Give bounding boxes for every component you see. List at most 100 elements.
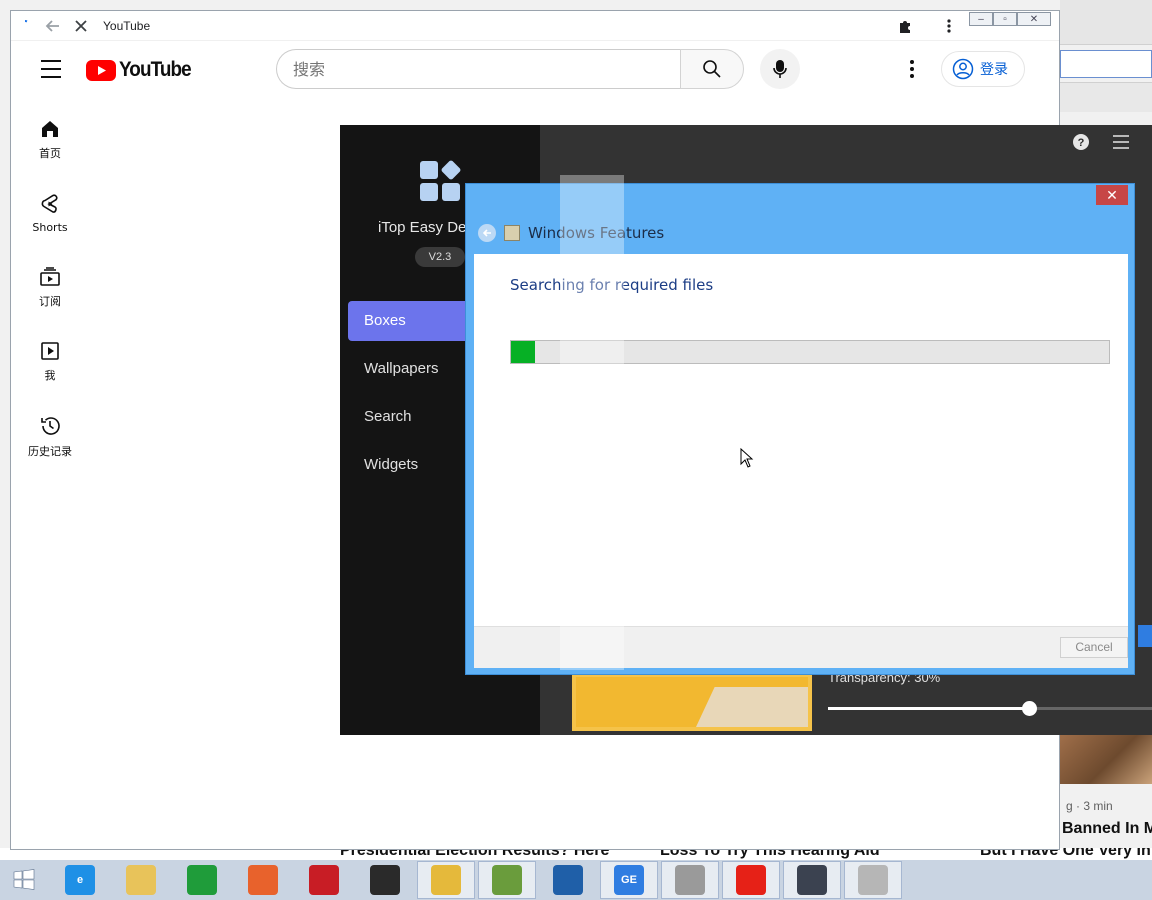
home-icon	[42, 121, 58, 137]
dialog-titlebar: Windows Features	[478, 222, 664, 244]
taskbar-blue-app[interactable]	[539, 861, 597, 899]
history-icon	[41, 417, 60, 435]
start-button-icon	[9, 865, 39, 895]
taskbar-game-app[interactable]	[478, 861, 536, 899]
progress-bar	[510, 340, 1110, 364]
internet-explorer-icon: e	[65, 865, 95, 895]
taskbar-windows-store[interactable]	[173, 861, 231, 899]
taskbar-screen-recorder[interactable]	[356, 861, 414, 899]
windows-features-icon	[504, 225, 520, 241]
hamburger-menu-icon[interactable]	[1112, 134, 1130, 150]
browser-tabbar: YouTube – ▫ ✕	[11, 11, 1059, 41]
sign-in-button[interactable]: 登录	[941, 51, 1025, 87]
sign-in-label: 登录	[980, 62, 1008, 78]
slider-knob[interactable]	[1021, 701, 1037, 716]
sidebar-item-home[interactable]: 首页	[11, 111, 89, 185]
sidebar-item-label: Shorts	[32, 221, 68, 234]
help-icon[interactable]: ?	[1072, 133, 1090, 151]
tool-app-icon	[675, 865, 705, 895]
library-icon	[41, 342, 59, 360]
stop-loading-icon[interactable]	[67, 12, 95, 40]
browser-menu-icon[interactable]	[935, 12, 963, 40]
itop-app-name: iTop Easy De	[378, 219, 467, 236]
chrome-icon	[431, 865, 461, 895]
sidebar-item-label: 首页	[39, 147, 61, 160]
windows-store-icon	[187, 865, 217, 895]
wallpaper-preview[interactable]	[572, 673, 812, 731]
youtube-logo[interactable]: YouTube	[86, 58, 199, 82]
windows-features-dialog: ✕ Windows Features Searching for require…	[465, 183, 1135, 675]
itop-logo-icon	[420, 159, 462, 201]
ge-app-icon: GE	[614, 865, 644, 895]
subscriptions-icon	[40, 267, 60, 286]
background-toolbar	[1060, 0, 1152, 45]
extension-puzzle-icon[interactable]	[891, 12, 919, 40]
shorts-icon	[41, 194, 58, 213]
svg-text:?: ?	[1078, 137, 1085, 149]
windows-features-app-icon	[858, 865, 888, 895]
progress-fill	[511, 341, 535, 363]
itop-version-badge: V2.3	[415, 247, 465, 267]
background-strip	[1060, 82, 1152, 112]
taskbar-ge-app[interactable]: GE	[600, 861, 658, 899]
itop-screen-recorder-icon	[309, 865, 339, 895]
restore-button[interactable]: ▫	[993, 12, 1017, 26]
search-icon	[703, 60, 721, 78]
dialog-footer: Cancel	[474, 626, 1128, 668]
taskbar-tool-app[interactable]	[661, 861, 719, 899]
back-arrow-icon[interactable]	[39, 12, 67, 40]
sidebar-item-history[interactable]: 历史记录	[11, 407, 89, 481]
screen-recorder-icon	[370, 865, 400, 895]
background-address-field[interactable]	[1060, 50, 1152, 78]
video-thumbnail[interactable]	[1060, 734, 1152, 784]
dialog-close-button[interactable]: ✕	[1096, 185, 1128, 205]
taskbar-start-button[interactable]	[0, 861, 48, 899]
search-button[interactable]	[680, 49, 744, 89]
tab-title: YouTube	[103, 18, 151, 33]
status-text: Searching for required files	[510, 276, 714, 294]
taskbar-chrome[interactable]	[417, 861, 475, 899]
youtube-app-icon	[736, 865, 766, 895]
blue-app-icon	[553, 865, 583, 895]
search-input[interactable]	[276, 49, 681, 89]
slider-fill	[828, 707, 1029, 710]
settings-more-icon[interactable]	[901, 57, 923, 81]
window-controls: – ▫ ✕	[969, 12, 1051, 26]
taskbar-itop-screen-recorder[interactable]	[295, 861, 353, 899]
taskbar-file-explorer[interactable]	[112, 861, 170, 899]
hamburger-menu-icon[interactable]	[35, 57, 67, 81]
sidebar-item-subscriptions[interactable]: 订阅	[11, 259, 89, 333]
microphone-icon	[773, 60, 787, 78]
sidebar-item-label: 订阅	[39, 295, 61, 308]
dialog-title: Windows Features	[528, 224, 665, 242]
firefox-icon	[248, 865, 278, 895]
youtube-header: YouTube 登录	[11, 41, 1059, 97]
taskbar-internet-explorer[interactable]: e	[51, 861, 109, 899]
taskbar-itop-easy-desktop[interactable]	[783, 861, 841, 899]
account-circle-icon	[952, 58, 974, 80]
taskbar: e GE	[0, 860, 1152, 900]
dialog-body: Searching for required files Cancel	[474, 254, 1128, 668]
sidebar-item-label: 我	[44, 369, 56, 382]
taskbar-windows-features-app[interactable]	[844, 861, 902, 899]
itop-top-icons: ?	[1072, 133, 1130, 151]
apply-button-edge[interactable]	[1138, 625, 1152, 647]
taskbar-firefox[interactable]	[234, 861, 292, 899]
sidebar-item-you[interactable]: 我	[11, 333, 89, 407]
video-meta: g · 3 min	[1066, 799, 1113, 813]
mouse-cursor-icon	[740, 448, 754, 468]
taskbar-youtube-app[interactable]	[722, 861, 780, 899]
back-arrow-icon[interactable]	[478, 224, 496, 242]
file-explorer-icon	[126, 865, 156, 895]
video-title[interactable]: Banned In M	[1062, 820, 1152, 838]
youtube-play-icon	[86, 59, 116, 81]
cancel-button[interactable]: Cancel	[1060, 637, 1128, 658]
game-app-icon	[492, 865, 522, 895]
transparency-slider[interactable]	[828, 701, 1152, 716]
sidebar-item-shorts[interactable]: Shorts	[11, 185, 89, 259]
minimize-button[interactable]: –	[969, 12, 993, 26]
itop-easy-desktop-icon	[797, 865, 827, 895]
voice-search-button[interactable]	[760, 49, 800, 89]
close-button[interactable]: ✕	[1017, 12, 1051, 26]
youtube-sidebar: 首页 Shorts 订阅 我 历史记录	[11, 111, 89, 481]
